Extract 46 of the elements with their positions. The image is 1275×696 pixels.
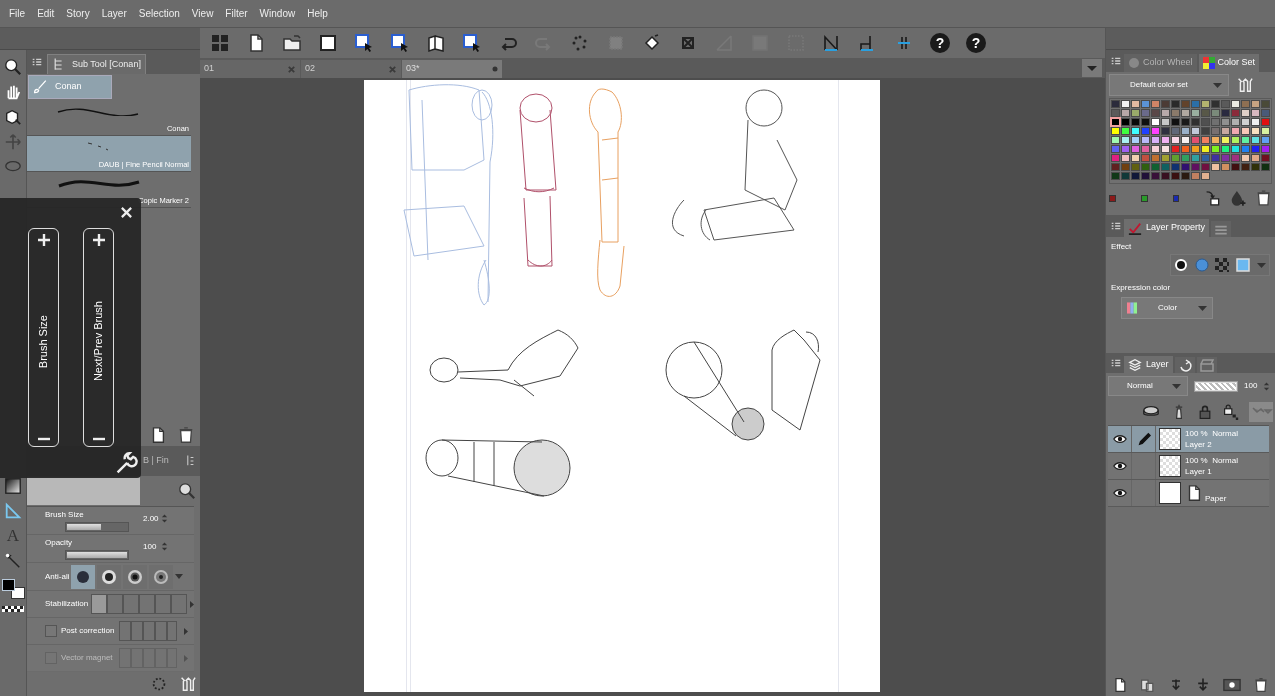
menu-item[interactable]: Window: [253, 6, 302, 21]
layer-row[interactable]: 100 % Normal Layer 1: [1108, 453, 1269, 480]
canvas-tab[interactable]: 02: [301, 60, 401, 78]
menu-item[interactable]: Filter: [219, 6, 254, 21]
setting-value: 2.00: [143, 513, 159, 525]
layer-row[interactable]: 100 % Normal Layer 2: [1108, 426, 1269, 453]
section-label: Expression color: [1111, 282, 1172, 294]
panel-tab[interactable]: Color Wheel: [1124, 54, 1197, 72]
layer-name: Paper: [1205, 493, 1227, 505]
setting-label: Brush Size: [45, 509, 84, 521]
color-set-dropdown[interactable]: Default color set: [1109, 74, 1229, 96]
canvas-tab[interactable]: 03*: [402, 60, 502, 78]
sub-tool-tab[interactable]: Sub Tool [Conan]: [47, 54, 146, 74]
menu-item[interactable]: Story: [60, 6, 96, 21]
setting-label: Post correction: [61, 625, 115, 637]
layer-row[interactable]: Paper: [1108, 480, 1269, 507]
menu-item[interactable]: View: [185, 6, 220, 21]
menu-item[interactable]: Selection: [132, 6, 186, 21]
layer-name: Layer 2: [1185, 439, 1213, 450]
setting-label: Stabilization: [45, 598, 90, 610]
opacity-value: 100: [1244, 380, 1258, 392]
panel-tab[interactable]: Layer: [1124, 356, 1173, 373]
sub-tool-title: Sub Tool [Conan]: [72, 57, 141, 71]
stepper-control[interactable]: Brush Size: [28, 228, 59, 447]
setting-label: Vector magnet: [61, 652, 114, 664]
panel-tab[interactable]: Layer Property: [1124, 219, 1210, 237]
expression-color-dropdown[interactable]: Color: [1121, 297, 1213, 319]
layer-name: Layer 1: [1185, 466, 1213, 477]
menu-item[interactable]: Help: [301, 6, 334, 21]
help-button[interactable]: ?: [930, 33, 950, 53]
section-label: Effect: [1111, 241, 1133, 253]
layer-info: 100 % Normal: [1185, 428, 1238, 439]
layer-info: 100 % Normal: [1185, 455, 1238, 466]
panel-tab[interactable]: Color Set: [1198, 54, 1260, 72]
blend-mode-dropdown[interactable]: Normal: [1108, 376, 1188, 396]
setting-value: 100: [143, 541, 157, 553]
tool-property-tab[interactable]: B | Fin: [143, 454, 169, 468]
menu-item[interactable]: File: [3, 6, 32, 21]
menu-item[interactable]: Edit: [31, 6, 61, 21]
menu-item[interactable]: Layer: [95, 6, 133, 21]
setting-label: Anti-ali: [45, 570, 69, 583]
stepper-control[interactable]: Next/Prev Brush: [83, 228, 114, 447]
tool-group-button[interactable]: Conan: [28, 75, 112, 99]
help-button[interactable]: ?: [966, 33, 986, 53]
setting-label: Opacity: [45, 537, 73, 549]
canvas-tab[interactable]: 01: [200, 60, 300, 78]
